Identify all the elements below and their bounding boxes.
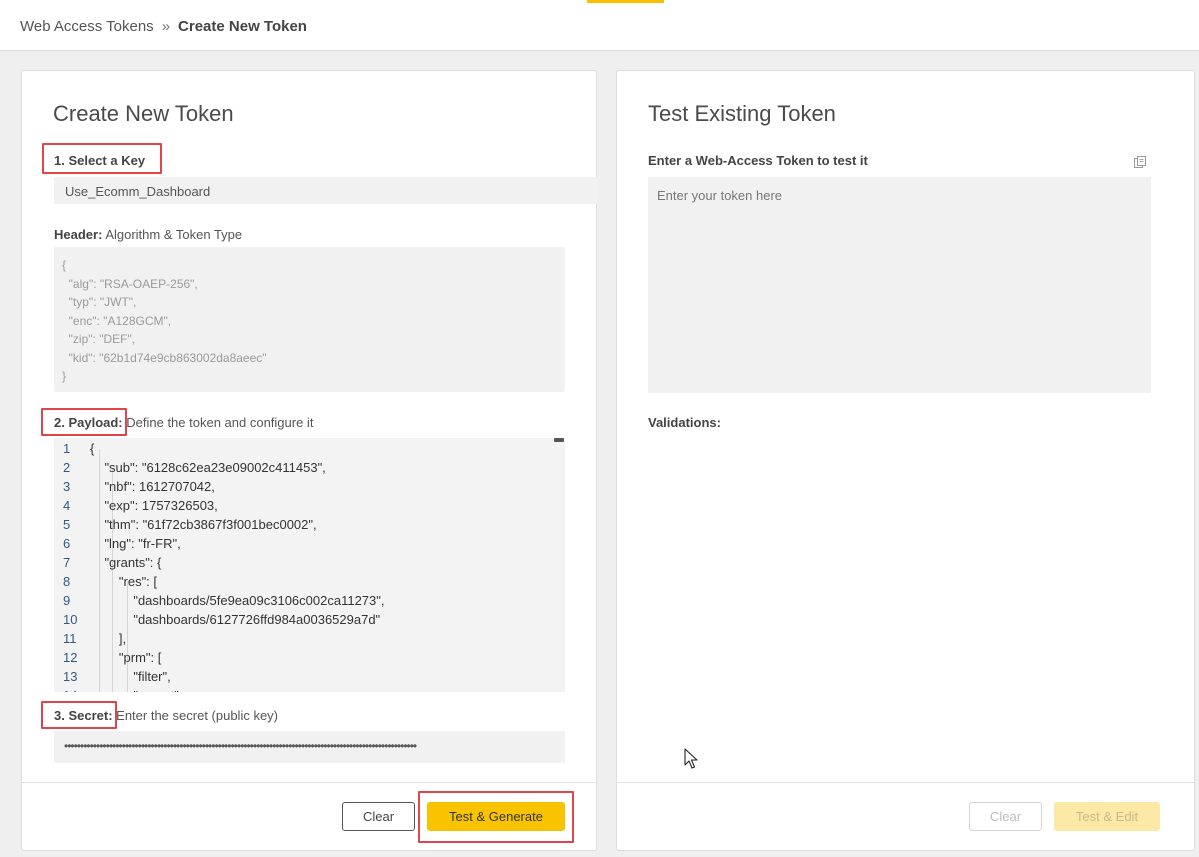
editor-line: 8 "res": [ <box>54 572 565 591</box>
line-number: 13 <box>63 669 78 684</box>
test-panel-title: Test Existing Token <box>648 101 836 126</box>
generate-highlight-box <box>418 791 574 843</box>
line-number: 5 <box>63 517 71 532</box>
editor-line: 5 "thm": "61f72cb3867f3f001bec0002", <box>54 515 565 534</box>
header-json-display: { "alg": "RSA-OAEP-256", "typ": "JWT", "… <box>54 247 565 392</box>
editor-line: 3 "nbf": 1612707042, <box>54 477 565 496</box>
code-text: "prm": [ <box>90 650 162 665</box>
editor-line: 7 "grants": { <box>54 553 565 572</box>
code-text: { <box>90 441 95 456</box>
editor-line: 11 ], <box>54 629 565 648</box>
code-text: "dashboards/6127726ffd984a0036529a7d" <box>90 612 381 627</box>
breadcrumb-parent-link[interactable]: Web Access Tokens <box>20 18 154 35</box>
code-text: "exp": 1757326503, <box>90 498 218 513</box>
step2-highlight-box <box>41 408 127 436</box>
create-panel-title: Create New Token <box>53 101 234 126</box>
code-text: "nbf": 1612707042, <box>90 479 215 494</box>
line-number: 10 <box>63 612 78 627</box>
editor-line: 9 "dashboards/5fe9ea09c3106c002ca11273", <box>54 591 565 610</box>
validations-label: Validations: <box>648 415 721 430</box>
active-tab-indicator <box>587 0 664 3</box>
line-number: 3 <box>63 479 71 494</box>
editor-line: 1{ <box>54 439 565 458</box>
create-token-panel: Create New Token 1. Select a Key Use_Eco… <box>21 70 597 851</box>
code-text: "dashboards/5fe9ea09c3106c002ca11273", <box>90 593 385 608</box>
payload-editor[interactable]: 1{2 "sub": "6128c62ea23e09002c411453", 3 … <box>54 438 565 692</box>
code-text: "sub": "6128c62ea23e09002c411453", <box>90 460 326 475</box>
step1-highlight-box <box>42 143 162 174</box>
top-bar: Web Access Tokens » Create New Token <box>0 0 1199 51</box>
token-input-label: Enter a Web-Access Token to test it <box>648 153 868 168</box>
code-text: ], <box>90 631 127 646</box>
editor-line: 14 "export" <box>54 686 565 692</box>
line-number: 14 <box>54 686 90 692</box>
code-text: "thm": "61f72cb3867f3f001bec0002", <box>90 517 317 532</box>
editor-line: 10 "dashboards/6127726ffd984a0036529a7d" <box>54 610 565 629</box>
code-text: "export" <box>90 686 178 692</box>
editor-line: 13 "filter", <box>54 667 565 686</box>
code-text: "filter", <box>90 669 171 684</box>
line-number: 6 <box>63 536 71 551</box>
panel-footer-divider <box>22 782 596 783</box>
key-select[interactable]: Use_Ecomm_Dashboard <box>54 177 597 204</box>
line-number: 4 <box>63 498 71 513</box>
header-label: Header: Algorithm & Token Type <box>54 227 243 242</box>
clear-button[interactable]: Clear <box>342 802 415 831</box>
breadcrumb-current: Create New Token <box>178 18 307 35</box>
editor-line: 2 "sub": "6128c62ea23e09002c411453", <box>54 458 565 477</box>
editor-line: 6 "lng": "fr-FR", <box>54 534 565 553</box>
breadcrumb: Web Access Tokens » Create New Token <box>20 18 307 35</box>
line-number: 1 <box>63 441 71 456</box>
secret-input[interactable]: ••••••••••••••••••••••••••••••••••••••••… <box>54 731 565 763</box>
line-number: 12 <box>63 650 78 665</box>
code-text: "lng": "fr-FR", <box>90 536 181 551</box>
editor-line: 4 "exp": 1757326503, <box>54 496 565 515</box>
line-number: 7 <box>63 555 71 570</box>
token-input[interactable]: Enter your token here <box>648 177 1151 393</box>
line-number: 8 <box>63 574 71 589</box>
line-number: 9 <box>63 593 71 608</box>
test-clear-button[interactable]: Clear <box>969 802 1042 831</box>
copy-icon[interactable] <box>1133 155 1147 169</box>
code-text: "res": [ <box>90 574 158 589</box>
step3-highlight-box <box>41 701 117 729</box>
breadcrumb-separator: » <box>161 18 171 35</box>
test-token-panel: Test Existing Token Enter a Web-Access T… <box>616 70 1195 851</box>
line-number: 11 <box>63 631 77 646</box>
test-edit-button[interactable]: Test & Edit <box>1054 802 1160 831</box>
line-number: 2 <box>63 460 71 475</box>
panel-footer-divider <box>617 782 1194 783</box>
code-text: "grants": { <box>90 555 162 570</box>
mouse-cursor-icon <box>684 748 698 769</box>
editor-line: 12 "prm": [ <box>54 648 565 667</box>
